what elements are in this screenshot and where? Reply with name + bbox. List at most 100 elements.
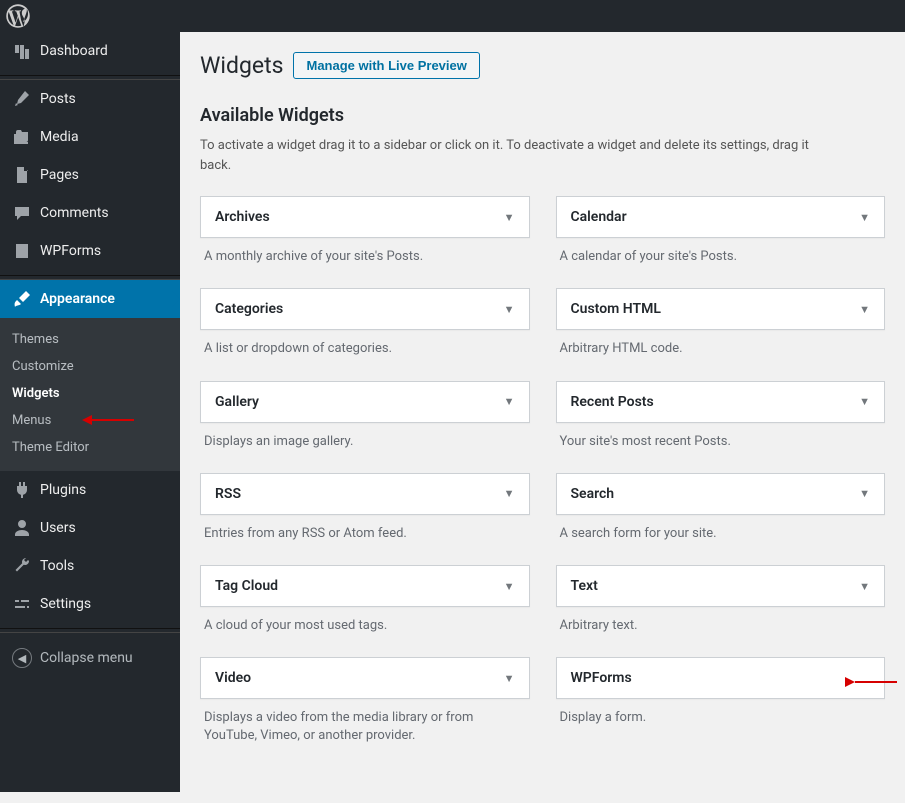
page-title: Widgets [200,52,283,79]
sidebar-item-label: Media [40,129,79,145]
widget-wpforms[interactable]: WPForms [556,657,886,699]
brush-icon [12,289,32,309]
chevron-down-icon: ▼ [504,303,515,316]
widget-title: Archives [215,209,270,225]
widget-title: Search [571,486,615,502]
widget-description: Displays an image gallery. [200,423,530,457]
widget-description: Your site's most recent Posts. [556,423,886,457]
sidebar-item-label: Users [40,520,76,536]
widget-search[interactable]: Search ▼ [556,473,886,515]
available-widgets-description: To activate a widget drag it to a sideba… [200,136,840,176]
widget-title: Recent Posts [571,394,654,410]
sidebar-item-settings[interactable]: Settings [0,585,180,623]
chevron-down-icon: ▼ [859,395,870,408]
sidebar-item-label: Dashboard [40,43,108,59]
widget-custom-html[interactable]: Custom HTML ▼ [556,288,886,330]
chevron-down-icon: ▼ [504,487,515,500]
wordpress-logo-icon[interactable] [6,4,30,28]
collapse-icon: ◀ [12,648,32,668]
collapse-label: Collapse menu [40,650,133,666]
page-icon [12,165,32,185]
submenu-widgets[interactable]: Widgets [0,380,180,407]
sidebar-item-label: WPForms [40,243,101,259]
widget-description: A list or dropdown of categories. [200,330,530,364]
sidebar-item-label: Pages [40,167,79,183]
manage-live-preview-button[interactable]: Manage with Live Preview [293,52,479,79]
available-widgets-title: Available Widgets [200,105,885,126]
submenu-menus[interactable]: Menus [0,407,180,434]
widget-title: Calendar [571,209,627,225]
sidebar-item-label: Plugins [40,482,86,498]
sidebar-item-label: Appearance [40,291,115,307]
chevron-down-icon: ▼ [504,580,515,593]
settings-icon [12,594,32,614]
form-icon [12,241,32,261]
pin-icon [12,89,32,109]
widget-description: Display a form. [556,699,886,733]
sidebar-item-media[interactable]: Media [0,118,180,156]
widget-text[interactable]: Text ▼ [556,565,886,607]
widget-description: A calendar of your site's Posts. [556,238,886,272]
widget-title: Text [571,578,598,594]
chevron-down-icon: ▼ [504,395,515,408]
collapse-menu[interactable]: ◀ Collapse menu [0,639,180,677]
widget-archives[interactable]: Archives ▼ [200,196,530,238]
sidebar-item-comments[interactable]: Comments [0,194,180,232]
widget-tag-cloud[interactable]: Tag Cloud ▼ [200,565,530,607]
widget-description: A cloud of your most used tags. [200,607,530,641]
widget-grid: Archives ▼ A monthly archive of your sit… [200,196,885,767]
admin-sidebar: Dashboard Posts Media Pages Comments WPF… [0,32,180,792]
user-icon [12,518,32,538]
widget-rss[interactable]: RSS ▼ [200,473,530,515]
widget-calendar[interactable]: Calendar ▼ [556,196,886,238]
widget-title: RSS [215,486,241,502]
chevron-down-icon: ▼ [504,672,515,685]
sidebar-item-tools[interactable]: Tools [0,547,180,585]
sidebar-item-wpforms[interactable]: WPForms [0,232,180,270]
admin-topbar [0,0,905,32]
submenu-customize[interactable]: Customize [0,353,180,380]
sidebar-divider [0,628,180,633]
widget-title: WPForms [571,670,632,686]
widget-categories[interactable]: Categories ▼ [200,288,530,330]
page-heading: Widgets Manage with Live Preview [200,52,885,79]
widget-description: A search form for your site. [556,515,886,549]
widget-description: Entries from any RSS or Atom feed. [200,515,530,549]
sidebar-item-users[interactable]: Users [0,509,180,547]
widget-description: Arbitrary text. [556,607,886,641]
widget-description: Displays a video from the media library … [200,699,530,751]
main-content: Widgets Manage with Live Preview Availab… [180,32,905,792]
widget-title: Video [215,670,251,686]
appearance-submenu: Themes Customize Widgets Menus Theme Edi… [0,318,180,471]
widget-video[interactable]: Video ▼ [200,657,530,699]
widget-title: Gallery [215,394,259,410]
submenu-themes[interactable]: Themes [0,326,180,353]
media-icon [12,127,32,147]
sidebar-item-label: Comments [40,205,109,221]
submenu-theme-editor[interactable]: Theme Editor [0,434,180,461]
sidebar-item-plugins[interactable]: Plugins [0,471,180,509]
widget-description: A monthly archive of your site's Posts. [200,238,530,272]
chevron-down-icon: ▼ [859,487,870,500]
sidebar-item-label: Posts [40,91,76,107]
chevron-down-icon: ▼ [859,303,870,316]
sidebar-item-pages[interactable]: Pages [0,156,180,194]
widget-recent-posts[interactable]: Recent Posts ▼ [556,381,886,423]
plugin-icon [12,480,32,500]
comment-icon [12,203,32,223]
sidebar-item-appearance[interactable]: Appearance [0,280,180,318]
sidebar-item-dashboard[interactable]: Dashboard [0,32,180,70]
chevron-down-icon: ▼ [859,211,870,224]
widget-gallery[interactable]: Gallery ▼ [200,381,530,423]
sidebar-item-label: Settings [40,596,91,612]
dashboard-icon [12,41,32,61]
widget-title: Tag Cloud [215,578,278,594]
chevron-down-icon: ▼ [859,580,870,593]
widget-title: Custom HTML [571,301,661,317]
wrench-icon [12,556,32,576]
sidebar-item-label: Tools [40,558,74,574]
widget-description: Arbitrary HTML code. [556,330,886,364]
sidebar-item-posts[interactable]: Posts [0,80,180,118]
widget-title: Categories [215,301,283,317]
chevron-down-icon: ▼ [504,211,515,224]
